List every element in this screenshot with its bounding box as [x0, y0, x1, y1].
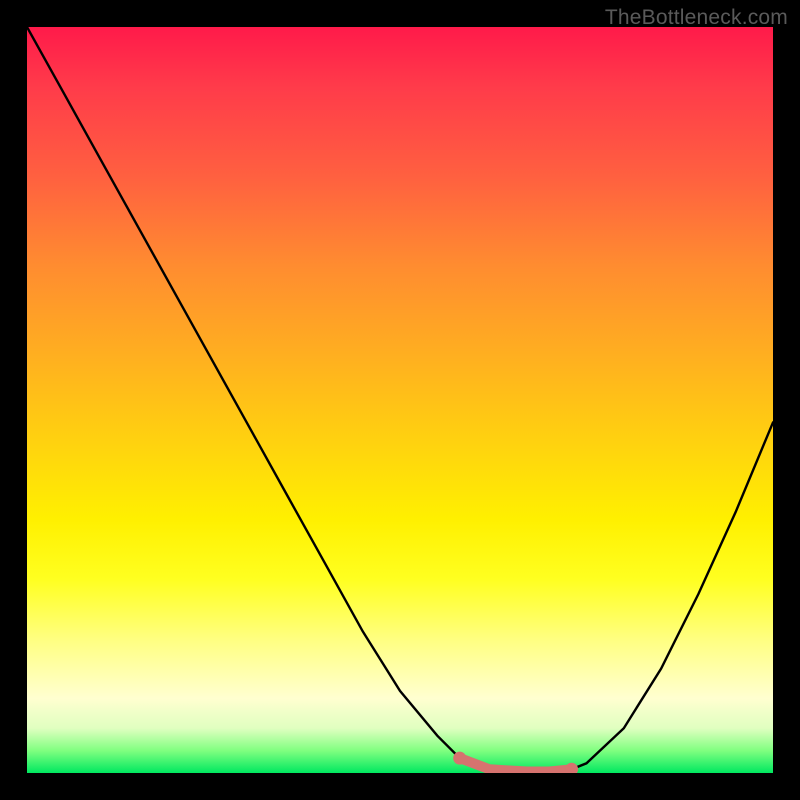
chart-container: { "watermark": "TheBottleneck.com", "cha… [0, 0, 800, 800]
plot-area [27, 27, 773, 773]
watermark-text: TheBottleneck.com [605, 6, 788, 30]
